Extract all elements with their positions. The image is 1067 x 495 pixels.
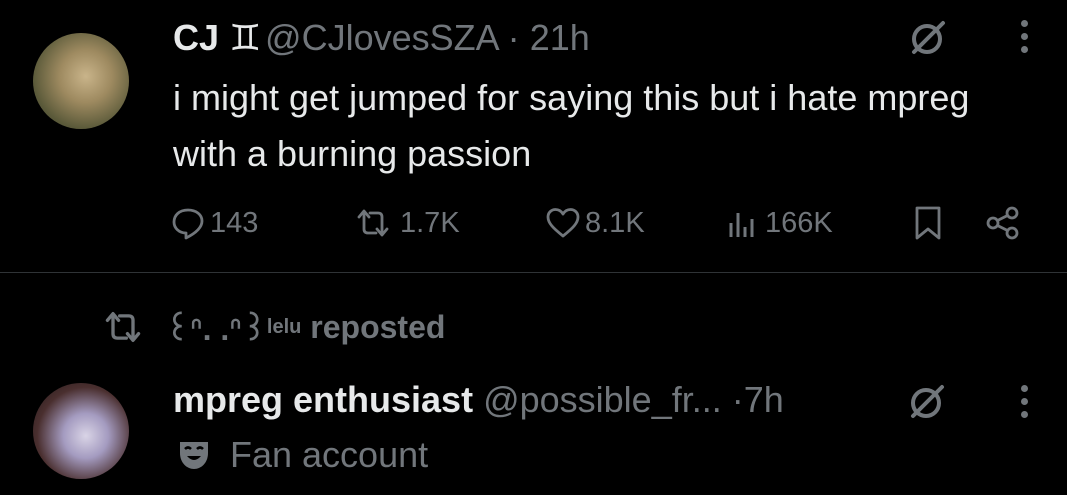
profile-bio: Fan account xyxy=(176,433,428,477)
tweet-cj[interactable]: CJ ♊ @CJlovesSZA · 21h i might get jumped … xyxy=(0,0,1067,272)
repost-context: ꒰ᐢ. .ᐢ꒱ lelu reposted xyxy=(103,307,445,347)
heart-icon xyxy=(546,208,580,238)
timestamp[interactable]: 21h xyxy=(530,17,590,58)
grok-icon[interactable] xyxy=(908,18,948,58)
reply-icon xyxy=(172,208,204,240)
reply-button[interactable]: 143 xyxy=(170,198,258,248)
reposter-name-suffix: lelu xyxy=(266,315,302,338)
bookmark-button[interactable] xyxy=(910,198,950,248)
display-name[interactable]: CJ xyxy=(173,17,219,58)
timestamp[interactable]: 7h xyxy=(744,379,784,420)
share-icon xyxy=(986,206,1019,240)
theater-mask-icon xyxy=(180,442,208,469)
views-icon xyxy=(729,213,754,237)
handle[interactable]: @possible_fr... xyxy=(483,379,722,420)
views-button[interactable]: 166K xyxy=(725,198,833,248)
retweet-button[interactable]: 1.7K xyxy=(350,198,460,248)
separator: · xyxy=(731,379,744,420)
views-count: 166K xyxy=(765,206,833,239)
tweet-header: mpreg enthusiast @possible_fr... ·7h xyxy=(173,378,784,422)
reposted-label: reposted xyxy=(310,308,446,345)
retweet-icon xyxy=(105,312,141,342)
action-bar: 143 1.7K 8.1K 166K xyxy=(170,198,1040,248)
like-button[interactable]: 8.1K xyxy=(545,198,645,248)
reply-count: 143 xyxy=(210,206,259,239)
tweet-header: CJ ♊ @CJlovesSZA · 21h xyxy=(173,16,590,60)
retweet-count: 1.7K xyxy=(400,206,460,239)
share-button[interactable] xyxy=(985,198,1025,248)
like-count: 8.1K xyxy=(585,206,645,239)
gemini-icon: ♊ xyxy=(229,17,262,58)
bookmark-icon xyxy=(915,206,941,240)
reposter-name[interactable]: ꒰ᐢ. .ᐢ꒱ xyxy=(165,306,267,348)
avatar[interactable] xyxy=(33,33,129,129)
tweet-text: i might get jumped for saying this but i… xyxy=(173,77,970,174)
grok-icon[interactable] xyxy=(907,382,947,422)
display-name[interactable]: mpreg enthusiast xyxy=(173,379,473,420)
retweet-icon xyxy=(357,209,389,237)
separator: · xyxy=(507,17,520,58)
bio-text: Fan account xyxy=(230,434,429,475)
handle[interactable]: @CJlovesSZA xyxy=(265,17,498,58)
more-options-icon[interactable] xyxy=(1018,385,1030,425)
avatar[interactable] xyxy=(33,383,129,479)
tweet-mpreg-enthusiast[interactable]: ꒰ᐢ. .ᐢ꒱ lelu reposted mpreg enthusiast @p… xyxy=(0,273,1067,495)
more-options-icon[interactable] xyxy=(1018,20,1030,60)
